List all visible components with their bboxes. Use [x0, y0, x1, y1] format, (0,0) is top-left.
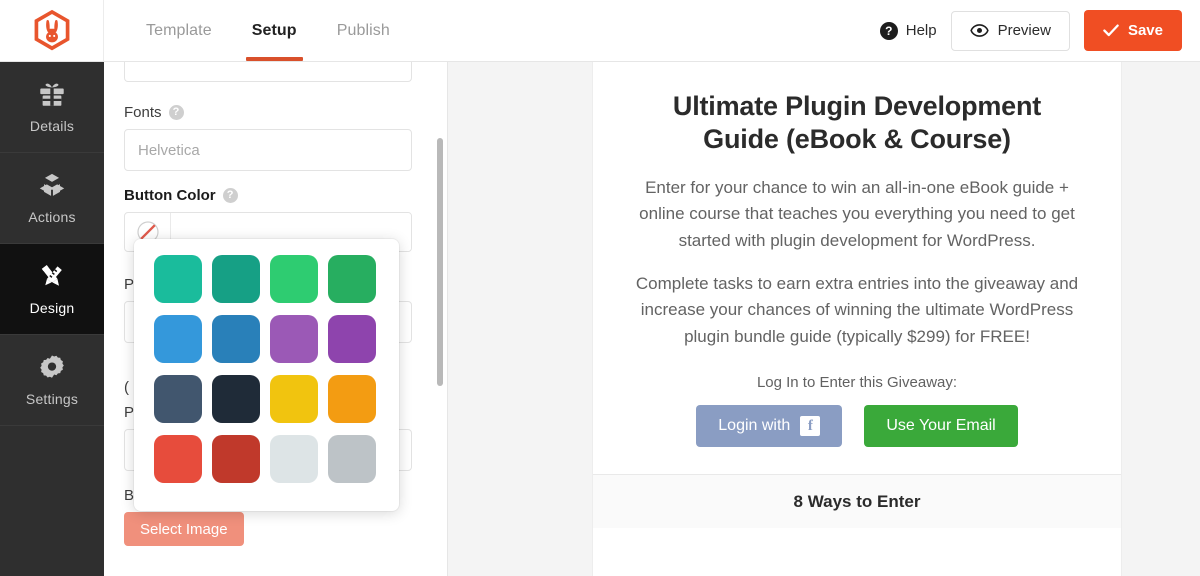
color-swatch-midnight-blue[interactable]	[212, 375, 260, 423]
color-swatch-orange[interactable]	[328, 375, 376, 423]
eye-icon	[969, 24, 989, 37]
preview-stage: Ultimate Plugin Development Guide (eBook…	[448, 62, 1200, 576]
sidebar-item-actions[interactable]: Actions	[0, 153, 104, 244]
sidebar-item-settings[interactable]: Settings	[0, 335, 104, 426]
giveaway-preview-card: Ultimate Plugin Development Guide (eBook…	[592, 62, 1122, 576]
color-swatch-belize-hole[interactable]	[212, 315, 260, 363]
panel-scrollbar[interactable]	[437, 62, 443, 576]
help-label: Help	[905, 22, 937, 39]
color-swatch-green-sea[interactable]	[212, 255, 260, 303]
preview-label: Preview	[997, 22, 1051, 39]
sidebar-item-details-label: Details	[29, 118, 75, 134]
gift-icon	[40, 83, 64, 106]
facebook-login-button[interactable]: Login with f	[696, 405, 843, 447]
facebook-login-label: Login with	[718, 417, 791, 434]
tab-template[interactable]: Template	[126, 0, 232, 61]
top-bar: Template Setup Publish ? Help Preview Sa…	[0, 0, 1200, 62]
tab-setup-label: Setup	[251, 21, 297, 39]
sidebar-item-details[interactable]: Details	[0, 62, 104, 153]
giveaway-login-prompt: Log In to Enter this Giveaway:	[756, 374, 958, 391]
fonts-label-row: Fonts ?	[124, 104, 427, 121]
sidebar-item-design[interactable]: Design	[0, 244, 104, 335]
email-login-button[interactable]: Use Your Email	[864, 405, 1018, 447]
fonts-input[interactable]	[124, 129, 412, 171]
save-button[interactable]: Save	[1083, 10, 1182, 51]
giveaway-paragraph-1: Enter for your chance to win an all-in-o…	[639, 177, 1075, 250]
facebook-icon: f	[800, 416, 821, 436]
color-swatch-silver[interactable]	[328, 435, 376, 483]
ways-to-enter-section: 8 Ways to Enter	[593, 474, 1121, 528]
color-swatch-emerald[interactable]	[270, 255, 318, 303]
panel-scrollbar-thumb[interactable]	[437, 138, 443, 386]
primary-tabs: Template Setup Publish	[104, 0, 410, 61]
question-mark-circle-icon: ?	[879, 21, 898, 40]
color-swatch-wet-asphalt[interactable]	[154, 375, 202, 423]
color-swatch-nephritis[interactable]	[328, 255, 376, 303]
sidebar-item-settings-label: Settings	[25, 391, 79, 407]
previous-field-input-truncated[interactable]	[124, 62, 412, 82]
preview-button[interactable]: Preview	[950, 10, 1070, 51]
color-swatch-turquoise[interactable]	[154, 255, 202, 303]
fonts-field: Fonts ?	[124, 104, 427, 171]
help-circle-icon[interactable]: ?	[222, 188, 238, 203]
sidebar-item-actions-label: Actions	[28, 209, 76, 225]
button-color-palette-popover	[134, 239, 399, 511]
giveaway-title: Ultimate Plugin Development Guide (eBook…	[672, 91, 1042, 155]
gear-icon	[40, 355, 64, 378]
giveaway-body: Ultimate Plugin Development Guide (eBook…	[593, 62, 1121, 447]
color-swatch-wisteria[interactable]	[328, 315, 376, 363]
help-button[interactable]: ? Help	[879, 21, 937, 40]
sidebar-item-design-label: Design	[29, 300, 75, 316]
color-swatch-alizarin[interactable]	[154, 435, 202, 483]
color-swatch-sunflower[interactable]	[270, 375, 318, 423]
top-bar-actions: ? Help Preview Save	[879, 10, 1200, 51]
rafflepress-bunny-logo-icon	[34, 9, 69, 50]
help-circle-icon[interactable]: ?	[168, 105, 184, 120]
tab-publish-label: Publish	[336, 21, 390, 39]
button-color-label-row: Button Color ?	[124, 187, 427, 204]
sidebar-nav: Details Actions Design Settings	[0, 62, 104, 576]
tab-publish[interactable]: Publish	[317, 0, 410, 61]
pencil-ruler-icon	[41, 265, 62, 286]
select-image-button[interactable]: Select Image	[124, 512, 244, 546]
app-logo[interactable]	[0, 0, 104, 61]
fonts-label: Fonts	[124, 104, 162, 121]
color-swatch-pomegranate[interactable]	[212, 435, 260, 483]
color-swatch-clouds[interactable]	[270, 435, 318, 483]
tab-setup[interactable]: Setup	[232, 0, 317, 61]
tab-template-label: Template	[146, 21, 212, 39]
check-icon	[1103, 24, 1119, 37]
ways-to-enter-heading: 8 Ways to Enter	[793, 491, 921, 511]
color-swatch-peter-river[interactable]	[154, 315, 202, 363]
giveaway-login-buttons: Login with f Use Your Email	[633, 405, 1081, 447]
blocks-icon	[39, 173, 65, 196]
giveaway-paragraph-2: Complete tasks to earn extra entries int…	[635, 273, 1079, 346]
color-swatch-grid	[154, 255, 399, 483]
rafflepress-giveaway-builder: Template Setup Publish ? Help Preview Sa…	[0, 0, 1200, 576]
color-swatch-amethyst[interactable]	[270, 315, 318, 363]
save-label: Save	[1127, 22, 1163, 39]
button-color-label: Button Color	[124, 187, 216, 204]
